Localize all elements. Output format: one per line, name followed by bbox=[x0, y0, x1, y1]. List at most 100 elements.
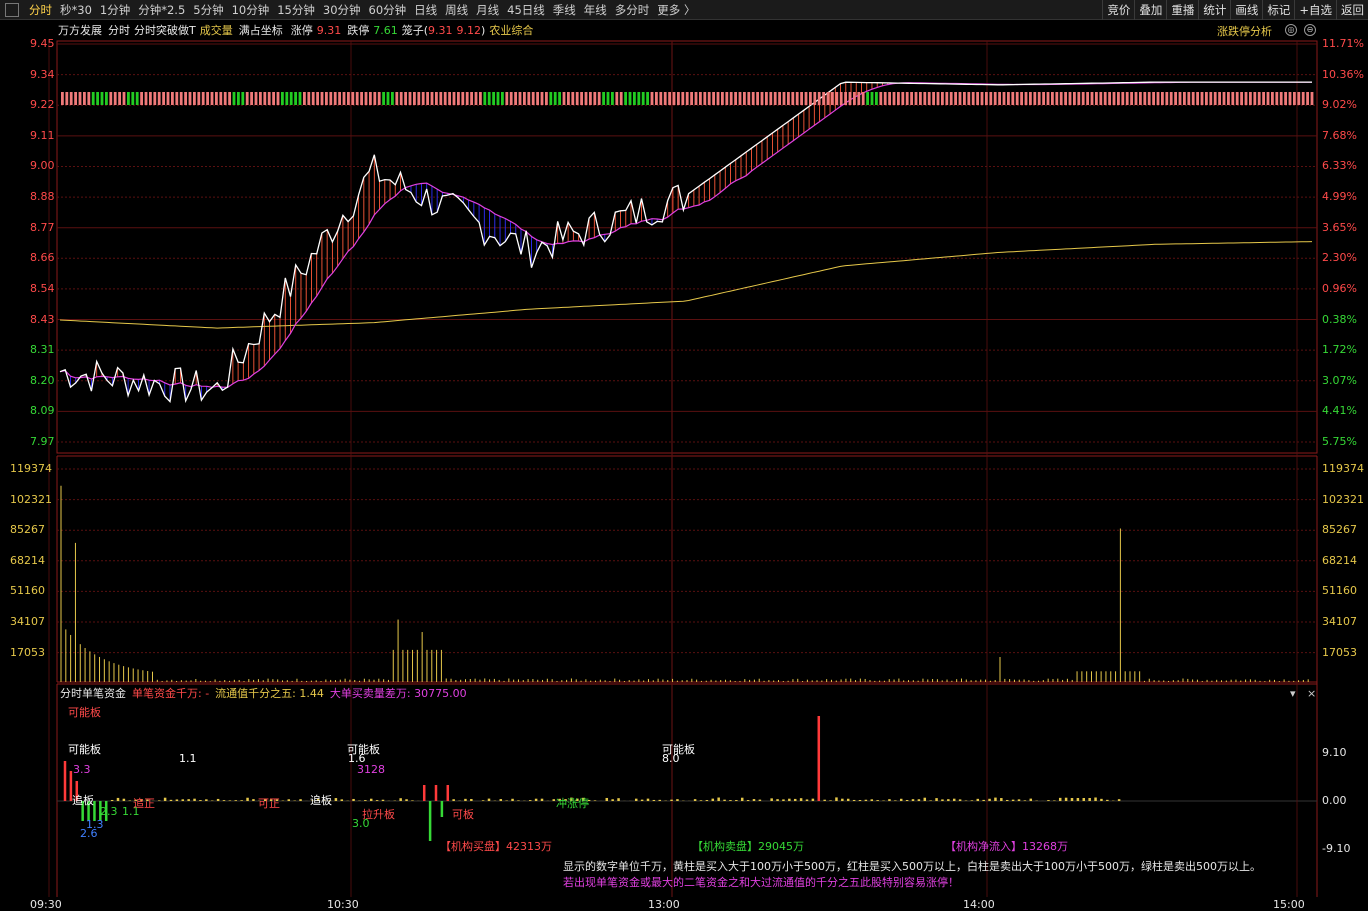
limit-strip-bar bbox=[1306, 92, 1309, 105]
limit-strip-bar bbox=[1086, 92, 1089, 105]
inst-net-label: 【机构净流入】13268万 bbox=[945, 840, 1068, 853]
limit-strip-bar bbox=[518, 92, 522, 105]
fund-signal-label: 3.0 bbox=[352, 817, 370, 830]
limit-strip-bar bbox=[325, 92, 328, 105]
limit-strip-bar bbox=[1117, 92, 1120, 105]
time-axis-label: 15:00 bbox=[1273, 898, 1305, 911]
limit-strip-bar bbox=[914, 92, 918, 105]
limit-strip-bar bbox=[157, 92, 161, 105]
limit-strip-bar bbox=[791, 92, 795, 105]
limit-strip-bar bbox=[707, 92, 711, 105]
sector-name[interactable]: 农业综合 bbox=[489, 22, 533, 38]
pct-axis-label: 6.33% bbox=[1322, 159, 1357, 173]
fund-signal-label: 可板 bbox=[452, 808, 474, 821]
fund-signal-label: 可能板 bbox=[68, 743, 101, 756]
volume-axis-label-right: 51160 bbox=[1322, 584, 1357, 598]
fund-signal-label: 追板 bbox=[310, 794, 332, 807]
limit-strip-bar bbox=[78, 92, 82, 105]
limit-strip-bar bbox=[646, 92, 649, 105]
limit-strip-bar bbox=[140, 92, 143, 105]
intraday-chart[interactable] bbox=[0, 0, 1368, 911]
fund-signal-label: 可正 bbox=[258, 797, 280, 810]
indicator-breakout-t[interactable]: 分时突破做T bbox=[134, 22, 196, 38]
fund-signal-label: 3128 bbox=[357, 763, 385, 776]
limit-strip-bar bbox=[1121, 92, 1125, 105]
limit-strip-bar bbox=[303, 92, 306, 105]
price-axis-label: 9.11 bbox=[30, 128, 55, 142]
limit-strip-bar bbox=[685, 92, 689, 105]
limit-up-value: 9.31 bbox=[316, 23, 342, 37]
collapse-icon[interactable]: ⊖ bbox=[1304, 24, 1316, 36]
limit-strip-bar bbox=[1073, 92, 1076, 105]
limit-strip-bar bbox=[267, 92, 271, 105]
note-line-1: 显示的数字单位千万，黄柱是买入大于100万小于500万，红柱是买入500万以上，… bbox=[563, 860, 1261, 873]
limit-strip-bar bbox=[210, 92, 214, 105]
limit-strip-bar bbox=[655, 92, 658, 105]
limit-strip-bar bbox=[848, 92, 852, 105]
fund-panel-header: 分时单笔资金 单笔资金千万: - 流通值千分之五: 1.44 大单买卖量差万: … bbox=[60, 685, 473, 701]
limit-strip-bar bbox=[545, 92, 548, 105]
volume-axis-label: 34107 bbox=[10, 615, 45, 628]
limit-strip-bar bbox=[804, 92, 808, 105]
limit-strip-bar bbox=[417, 92, 421, 105]
fund-signal-label: 冲涨停 bbox=[556, 797, 589, 810]
volume-axis-label-right: 17053 bbox=[1322, 645, 1357, 659]
limit-strip-bar bbox=[1227, 92, 1230, 105]
indicator-intraday[interactable]: 分时 bbox=[108, 22, 130, 38]
limit-strip-bar bbox=[96, 92, 99, 105]
limit-strip-bar bbox=[1020, 92, 1023, 105]
limit-strip-bar bbox=[1288, 92, 1292, 105]
limit-strip-bar bbox=[633, 92, 636, 105]
limit-strip-bar bbox=[773, 92, 777, 105]
limit-strip-bar bbox=[307, 92, 311, 105]
coord-mode-label[interactable]: 满占坐标 bbox=[239, 22, 283, 38]
limit-strip-bar bbox=[1284, 92, 1287, 105]
limit-strip-bar bbox=[369, 92, 372, 105]
stock-name: 万方发展 bbox=[58, 24, 102, 37]
limit-strip-bar bbox=[905, 92, 909, 105]
limit-analysis-button[interactable]: 涨跌停分析 bbox=[1217, 23, 1272, 39]
limit-strip-bar bbox=[1029, 92, 1032, 105]
limit-strip-bar bbox=[817, 92, 821, 105]
limit-strip-bar bbox=[998, 92, 1001, 105]
panel-dropdown-icon[interactable]: ▾ bbox=[1290, 687, 1296, 700]
fund-panel-title[interactable]: 分时单笔资金 bbox=[60, 685, 126, 701]
volume-label[interactable]: 成交量 bbox=[200, 22, 233, 38]
time-axis-label: 09:30 bbox=[30, 898, 62, 911]
limit-strip-bar bbox=[250, 92, 253, 105]
limit-strip-bar bbox=[413, 92, 416, 105]
limit-strip-bar bbox=[144, 92, 148, 105]
cage-low: 9.12 bbox=[456, 23, 482, 37]
price-axis-label: 9.34 bbox=[30, 67, 55, 81]
limit-strip-bar bbox=[606, 92, 610, 105]
limit-strip-bar bbox=[505, 92, 509, 105]
limit-strip-bar bbox=[1130, 92, 1133, 105]
limit-strip-bar bbox=[1112, 92, 1116, 105]
pct-axis-label: 0.96% bbox=[1322, 281, 1357, 295]
pct-axis-label: 4.99% bbox=[1322, 190, 1357, 204]
limit-strip-bar bbox=[1125, 92, 1129, 105]
fund-signal-label: 追正 bbox=[133, 797, 155, 810]
limit-strip-bar bbox=[681, 92, 685, 105]
limit-strip-bar bbox=[967, 92, 971, 105]
limit-strip-bar bbox=[1253, 92, 1257, 105]
zoom-icon[interactable]: ◎ bbox=[1285, 24, 1297, 36]
volume-axis-label-right: 34107 bbox=[1322, 615, 1357, 628]
limit-strip-bar bbox=[118, 92, 121, 105]
pct-axis-label: 2.30% bbox=[1322, 251, 1357, 265]
limit-strip-bar bbox=[391, 92, 394, 105]
limit-strip-bar bbox=[584, 92, 588, 105]
limit-strip-bar bbox=[1103, 92, 1107, 105]
limit-strip-bar bbox=[954, 92, 957, 105]
limit-strip-bar bbox=[694, 92, 698, 105]
limit-strip-bar bbox=[1200, 92, 1204, 105]
cage-close: ) bbox=[481, 23, 486, 37]
panel-close-icon[interactable]: × bbox=[1307, 687, 1316, 700]
limit-strip-bar bbox=[91, 92, 95, 105]
limit-strip-bar bbox=[501, 92, 504, 105]
limit-strip-bar bbox=[1081, 92, 1085, 105]
limit-strip-bar bbox=[289, 92, 293, 105]
limit-strip-bar bbox=[778, 92, 781, 105]
limit-strip-bar bbox=[1310, 92, 1314, 105]
price-axis-label: 8.09 bbox=[30, 404, 55, 418]
